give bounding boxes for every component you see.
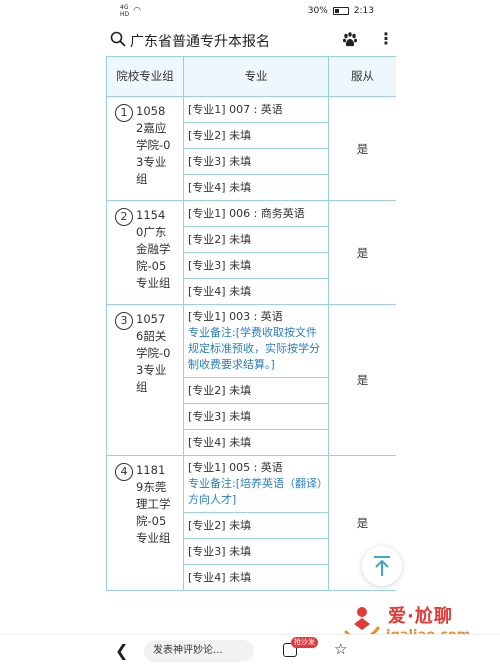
major-text: [专业3] 未填 [188, 409, 252, 423]
table-body: 1 10582嘉应学院-03专业组 [专业1] 007 : 英语是 [专业2] 未填[… [106, 96, 396, 591]
clock: 2:13 [353, 6, 374, 16]
major-text: [专业1] 003 : 英语 [188, 310, 283, 323]
major-text: [专业1] 005 : 英语 [188, 461, 283, 474]
major-note: 专业备注:[培养英语（翻译）方向人才] [188, 477, 323, 506]
signal-icon: 4G HD [120, 4, 129, 18]
watermark-title: 爱·尬聊 [388, 606, 453, 627]
major-cell: [专业3] 未填 [183, 148, 329, 175]
group-number-badge: 2 [115, 208, 133, 226]
obey-cell: 是 [328, 200, 396, 305]
table-row: 2 11540广东金融学院-05专业组 [专业1] 006 : 商务英语 是 [106, 200, 396, 305]
major-cell: [专业2] 未填 [183, 226, 329, 253]
status-left: 4G HD ◠ [120, 4, 141, 18]
major-cell: [专业4] 未填 [183, 429, 329, 456]
volunteer-table-container: 院校专业组 专业 服从 1 10582嘉应学院-03专业组 [专业1] 007 : … [106, 56, 396, 634]
major-text: [专业4] 未填 [188, 435, 252, 449]
sofa-badge: 抢沙发 [291, 637, 318, 648]
status-right: 30% 2:13 [308, 6, 374, 16]
battery-percent: 30% [307, 6, 328, 16]
school-group-cell: 2 11540广东金融学院-05专业组 [106, 200, 184, 305]
major-text: [专业1] 006 : 商务英语 [188, 206, 305, 220]
header-obey: 服从 [328, 56, 396, 97]
school-group: 1 10582嘉应学院-03专业组 [115, 103, 179, 188]
wifi-icon: ◠ [133, 6, 141, 16]
major-cell: [专业4] 未填 [183, 174, 329, 201]
table-header-row: 院校专业组 专业 服从 [106, 56, 396, 97]
major-cell: [专业3] 未填 [183, 252, 329, 279]
star-icon[interactable]: ☆ [334, 640, 347, 658]
scroll-to-top-button[interactable] [362, 546, 402, 586]
school-group-cell: 4 11819东莞理工学院-05专业组 [106, 455, 184, 591]
major-text: [专业4] 未填 [188, 570, 252, 584]
signal-label-bottom: HD [120, 11, 130, 18]
table-row: 3 10576韶关学院-03专业组 [专业1] 003 : 英语 专业备注:[学费收取… [106, 304, 396, 456]
search-header: 广东省普通专升本报名 ⋮ [0, 24, 500, 56]
major-cell: [专业2] 未填 [183, 122, 329, 149]
major-text: [专业3] 未填 [188, 258, 252, 272]
major-cell: [专业2] 未填 [183, 377, 329, 404]
major-cell: [专业4] 未填 [183, 278, 329, 305]
table-row: 4 11819东莞理工学院-05专业组 [专业1] 005 : 英语 专业备注:[培养… [106, 455, 396, 591]
obey-cell: 是 [328, 96, 396, 201]
arrow-up-icon [374, 556, 390, 576]
major-cell: [专业1] 006 : 商务英语 [183, 200, 329, 227]
school-group: 4 11819东莞理工学院-05专业组 [115, 462, 179, 547]
school-group-name: 10576韶关学院-03专业组 [136, 312, 171, 394]
major-cell: [专业1] 003 : 英语专业备注:[学费收取按文件规定标准预收，实际按学分制… [183, 304, 329, 378]
group-number-badge: 4 [115, 463, 133, 481]
more-vertical-icon[interactable]: ⋮ [378, 29, 394, 49]
obey-cell: 是 [328, 304, 396, 456]
header-major: 专业 [183, 56, 329, 97]
school-group-name: 11540广东金融学院-05专业组 [136, 208, 171, 290]
major-cell: [专业2] 未填 [183, 512, 329, 539]
major-text: [专业2] 未填 [188, 518, 252, 532]
back-arrow-icon[interactable]: ❮ [115, 641, 128, 660]
school-group-cell: 1 10582嘉应学院-03专业组 [106, 96, 184, 201]
major-text: [专业3] 未填 [188, 154, 252, 168]
baidu-paw-icon[interactable] [342, 32, 358, 48]
school-group-name: 11819东莞理工学院-05专业组 [136, 463, 171, 545]
school-group: 2 11540广东金融学院-05专业组 [115, 207, 179, 292]
comment-input[interactable]: 发表神评妙论... [144, 640, 254, 662]
volunteer-table: 院校专业组 专业 服从 1 10582嘉应学院-03专业组 [专业1] 007 : … [106, 56, 396, 591]
school-group-cell: 3 10576韶关学院-03专业组 [106, 304, 184, 456]
status-bar: 4G HD ◠ 30% 2:13 [0, 0, 500, 24]
group-number-badge: 3 [115, 312, 133, 330]
group-number-badge: 1 [115, 104, 133, 122]
bottom-action-bar: ❮ 发表神评妙论... 抢沙发 ☆ [0, 634, 500, 666]
major-note: 专业备注:[学费收取按文件规定标准预收，实际按学分制收费要求结算。] [188, 326, 320, 371]
table-row: 1 10582嘉应学院-03专业组 [专业1] 007 : 英语 是 [106, 96, 396, 201]
battery-icon [332, 7, 349, 15]
major-cell: [专业3] 未填 [183, 403, 329, 430]
major-cell: [专业4] 未填 [183, 564, 329, 591]
major-text: [专业3] 未填 [188, 544, 252, 558]
major-cell: [专业1] 007 : 英语 [183, 96, 329, 123]
major-text: [专业1] 007 : 英语 [188, 102, 283, 116]
major-text: [专业2] 未填 [188, 383, 252, 397]
major-text: [专业2] 未填 [188, 232, 252, 246]
search-query-title[interactable]: 广东省普通专升本报名 [130, 31, 270, 51]
major-text: [专业4] 未填 [188, 284, 252, 298]
major-cell: [专业1] 005 : 英语专业备注:[培养英语（翻译）方向人才] [183, 455, 329, 513]
major-text: [专业4] 未填 [188, 180, 252, 194]
signal-label-top: 4G [120, 4, 129, 11]
header-school-group: 院校专业组 [106, 56, 184, 97]
search-icon[interactable] [110, 31, 126, 47]
major-cell: [专业3] 未填 [183, 538, 329, 565]
school-group-name: 10582嘉应学院-03专业组 [136, 104, 171, 186]
major-text: [专业2] 未填 [188, 128, 252, 142]
school-group: 3 10576韶关学院-03专业组 [115, 311, 179, 396]
